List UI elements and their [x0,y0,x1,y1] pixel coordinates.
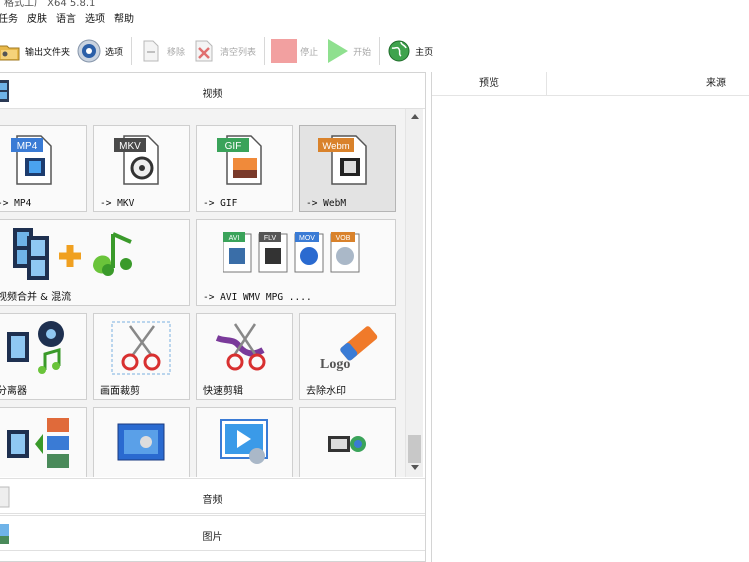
tile-splitter[interactable]: 分离器 [0,313,87,400]
section-image-header[interactable]: 图片 [0,515,425,551]
tile-quick-clip[interactable]: 快速剪辑 [196,313,293,400]
clear-list-label: 清空列表 [220,47,257,58]
task-list-header: 预览 来源 [432,72,749,96]
options-gear-icon [76,38,102,64]
gif-file-icon: GIF [217,135,262,185]
tile-video-row4-4[interactable] [299,407,396,477]
tile-label: -> AVI WMV MPG .... [203,292,312,303]
tile-to-mkv[interactable]: MKV -> MKV [93,125,190,212]
crop-icon [111,321,171,375]
section-audio-label: 音频 [202,495,223,506]
tile-label: 分离器 [0,386,27,397]
stop-icon [271,38,298,64]
tile-label: -> MKV [100,198,135,209]
tile-label: -> GIF [203,198,238,209]
task-list-panel: 预览 来源 [431,72,749,562]
tile-video-row4-3[interactable] [196,407,293,477]
scroll-up-arrow-icon[interactable] [411,114,419,119]
start-label: 开始 [353,47,372,58]
tile-label: -> WebM [306,198,347,209]
scroll-thumb[interactable] [408,435,421,463]
menu-help[interactable]: 帮助 [114,11,143,29]
stop-label: 停止 [300,47,319,58]
screen-record-icon [117,423,165,461]
tile-remove-watermark[interactable]: Logo 去除水印 [299,313,396,400]
globe-icon [386,38,412,64]
video-web-icon [328,436,366,452]
output-folder-label: 输出文件夹 [25,47,71,58]
window-title: 格式工厂 X64 5.8.1 [4,0,96,8]
section-audio-header[interactable]: 音频 [0,478,425,514]
video-to-images-icon [7,418,69,468]
tile-to-gif[interactable]: GIF -> GIF [196,125,293,212]
svg-text:MKV: MKV [119,141,141,152]
function-panel: 视频 MP4 -> MP4 MKV -> MKV GIF -> GIF Webm… [0,72,426,562]
tile-video-row4-2[interactable] [93,407,190,477]
home-button[interactable]: 主页 [386,36,439,66]
start-button[interactable]: 开始 [324,36,377,66]
webm-file-icon: Webm [318,135,367,185]
section-image-label: 图片 [202,532,223,543]
splitter-icon [7,321,64,374]
svg-text:GIF: GIF [225,141,242,152]
column-source[interactable]: 来源 [547,72,749,96]
mkv-file-icon: MKV [114,135,159,185]
tile-to-webm[interactable]: Webm -> WebM [299,125,396,212]
title-bar: 格式工厂 X64 5.8.1 [0,0,749,8]
tile-scrollbar[interactable] [405,109,423,477]
menu-skin[interactable]: 皮肤 [27,11,56,29]
toolbar: 输出文件夹 选项 移除 清空列表 停止 开始 主页 [0,32,749,70]
svg-text:VOB: VOB [336,235,351,242]
toolbar-separator [379,37,381,65]
tile-merge-video[interactable]: 视频合并 & 混流 [0,219,190,306]
section-video-header[interactable]: 视频 [0,73,425,109]
folder-icon [0,38,22,64]
remove-button[interactable]: 移除 [138,36,191,66]
tile-label: 快速剪辑 [203,386,243,397]
section-video-label: 视频 [202,89,223,100]
options-button[interactable]: 选项 [76,36,129,66]
svg-text:Webm: Webm [322,141,349,152]
video-player-icon [220,419,268,464]
svg-text:MP4: MP4 [17,141,38,152]
output-folder-button[interactable]: 输出文件夹 [0,36,76,66]
tile-label: -> MP4 [0,198,32,209]
stop-button[interactable]: 停止 [271,36,324,66]
tile-label: 画面裁剪 [100,386,140,397]
svg-text:FLV: FLV [264,235,277,242]
home-label: 主页 [415,47,434,58]
svg-text:AVI: AVI [229,235,240,242]
svg-text:Logo: Logo [320,357,350,372]
merge-video-icon [13,228,132,280]
multi-format-icon: AVI FLV MOV VOB [223,232,360,273]
video-tile-grid: MP4 -> MP4 MKV -> MKV GIF -> GIF Webm ->… [0,109,405,477]
toolbar-separator [264,37,266,65]
clear-list-icon [191,38,217,64]
remove-label: 移除 [167,47,186,58]
remove-document-icon [138,38,164,64]
column-preview[interactable]: 预览 [432,72,547,96]
tile-to-mp4[interactable]: MP4 -> MP4 [0,125,87,212]
tile-video-row4-1[interactable] [0,407,87,477]
remove-watermark-icon: Logo [320,326,378,372]
app-window: 格式工厂 X64 5.8.1 任务 皮肤 语言 选项 帮助 输出文件夹 选项 移… [0,0,749,562]
menu-language[interactable]: 语言 [56,11,85,29]
mp4-file-icon: MP4 [11,135,52,185]
quick-clip-icon [215,323,266,371]
clear-list-button[interactable]: 清空列表 [191,36,262,66]
scroll-down-arrow-icon[interactable] [411,465,419,470]
tile-label: 去除水印 [306,386,346,397]
toolbar-separator [131,37,133,65]
svg-text:MOV: MOV [299,235,315,242]
menu-task[interactable]: 任务 [0,11,27,29]
options-label: 选项 [105,47,124,58]
menu-options[interactable]: 选项 [85,11,114,29]
tile-label: 视频合并 & 混流 [0,292,72,303]
play-icon [324,38,350,64]
tile-crop[interactable]: 画面裁剪 [93,313,190,400]
tile-to-multi-format[interactable]: AVI FLV MOV VOB -> AVI WMV MPG .... [196,219,396,306]
menu-bar: 任务 皮肤 语言 选项 帮助 [0,11,143,29]
